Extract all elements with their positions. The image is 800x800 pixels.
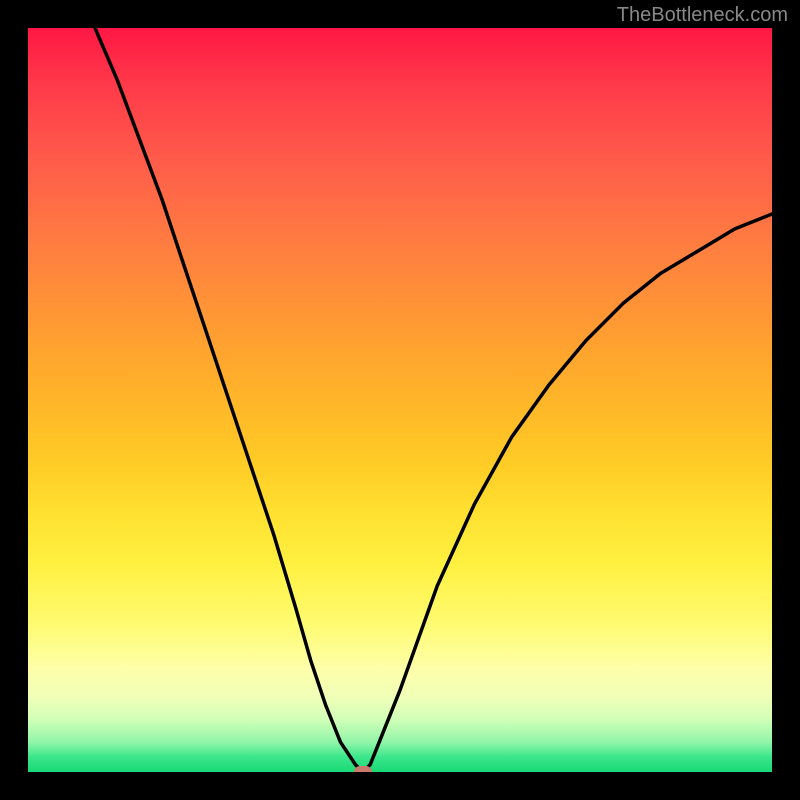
watermark-text: TheBottleneck.com: [617, 4, 788, 27]
minimum-marker: [354, 766, 372, 772]
chart-curve-svg: [28, 28, 772, 772]
bottleneck-curve-line: [95, 28, 772, 772]
chart-plot-area: [28, 28, 772, 772]
